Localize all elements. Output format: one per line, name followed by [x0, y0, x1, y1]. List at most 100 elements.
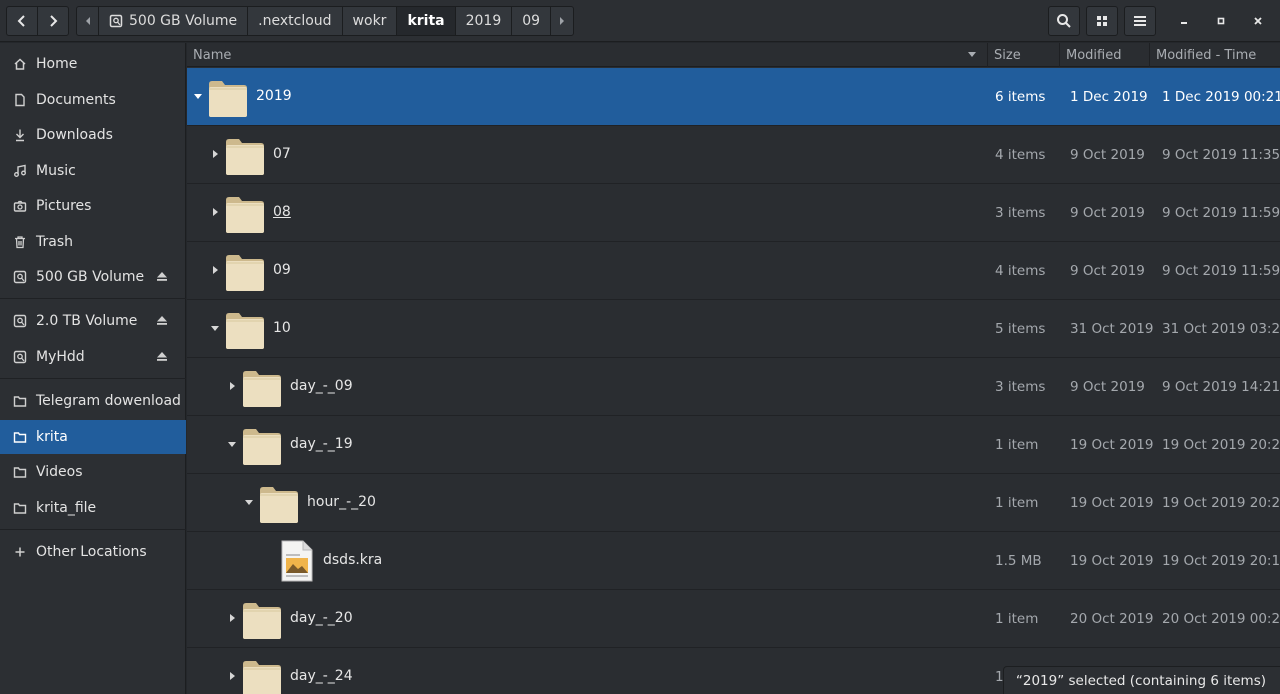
- expander-expanded-icon[interactable]: [209, 322, 221, 334]
- sidebar-item-home[interactable]: Home: [0, 47, 186, 81]
- search-icon: [1057, 14, 1071, 28]
- table-row[interactable]: 2019 6 items 1 Dec 2019 1 Dec 2019 00:21: [187, 68, 1280, 126]
- sidebar-item-other-locations[interactable]: Other Locations: [0, 535, 186, 569]
- eject-icon[interactable]: [156, 314, 168, 326]
- close-button[interactable]: [1242, 6, 1274, 36]
- row-size: 3 items: [995, 379, 1046, 395]
- sidebar-item-label: Downloads: [36, 127, 113, 143]
- sidebar-item-krita-file[interactable]: krita_file: [0, 491, 186, 525]
- drive-icon: [12, 313, 28, 329]
- crumb-krita[interactable]: krita: [397, 7, 456, 35]
- sidebar-item-downloads[interactable]: Downloads: [0, 118, 186, 152]
- eject-icon[interactable]: [156, 350, 168, 362]
- plus-icon: [12, 544, 28, 560]
- folder-icon: [12, 393, 28, 409]
- maximize-icon: [1217, 17, 1225, 25]
- sidebar-item-label: Home: [36, 56, 78, 72]
- expander-collapsed-icon[interactable]: [209, 264, 221, 276]
- path-scroll-right-button[interactable]: [551, 7, 573, 35]
- grid-icon: [1097, 16, 1107, 26]
- folder-icon: [12, 500, 28, 516]
- row-name: day_-_24: [290, 668, 353, 684]
- row-modified-time: 19 Oct 2019 20:21: [1162, 495, 1280, 511]
- expander-collapsed-icon[interactable]: [209, 206, 221, 218]
- column-size[interactable]: Size: [988, 43, 1060, 67]
- music-icon: [12, 163, 28, 179]
- column-modified[interactable]: Modified: [1060, 43, 1150, 67]
- row-modified: 19 Oct 2019: [1070, 437, 1154, 453]
- sidebar-item-label: 500 GB Volume: [36, 269, 145, 285]
- sidebar-item-label: Telegram dowenload: [36, 393, 181, 409]
- expander-collapsed-icon[interactable]: [209, 148, 221, 160]
- row-modified: 20 Oct 2019: [1070, 611, 1154, 627]
- minimize-icon: [1181, 22, 1187, 24]
- menu-button[interactable]: [1124, 6, 1156, 36]
- row-modified: 9 Oct 2019: [1070, 379, 1145, 395]
- crumb-09[interactable]: 09: [512, 7, 552, 35]
- status-overlay: “2019” selected (containing 6 items): [1002, 666, 1280, 694]
- row-name: day_-_19: [290, 436, 353, 452]
- sidebar-item-label: krita_file: [36, 500, 97, 516]
- sidebar-item-myhdd[interactable]: MyHdd: [0, 340, 186, 374]
- column-modified-time[interactable]: Modified - Time: [1150, 43, 1280, 67]
- sidebar-item-telegram[interactable]: Telegram dowenload: [0, 384, 186, 418]
- sidebar-separator: [0, 298, 186, 299]
- sidebar-item-documents[interactable]: Documents: [0, 83, 186, 117]
- crumb-2019[interactable]: 2019: [456, 7, 513, 35]
- crumb-root[interactable]: 500 GB Volume: [99, 7, 249, 35]
- table-row[interactable]: hour_-_20 1 item 19 Oct 2019 19 Oct 2019 20…: [187, 474, 1280, 532]
- expander-collapsed-icon[interactable]: [226, 670, 238, 682]
- view-toggle-button[interactable]: [1086, 6, 1118, 36]
- path-scroll-left-button[interactable]: [77, 7, 99, 35]
- document-icon: [12, 92, 28, 108]
- search-button[interactable]: [1048, 6, 1080, 36]
- sidebar-item-label: MyHdd: [36, 349, 85, 365]
- row-name: 08: [273, 204, 291, 220]
- row-size: 5 items: [995, 321, 1046, 337]
- sidebar-item-pictures[interactable]: Pictures: [0, 189, 186, 223]
- drive-icon: [109, 14, 123, 28]
- sidebar-item-2tb-volume[interactable]: 2.0 TB Volume: [0, 304, 186, 338]
- expander-collapsed-icon[interactable]: [226, 380, 238, 392]
- crumb-nextcloud[interactable]: .nextcloud: [248, 7, 343, 35]
- crumb-wokr[interactable]: wokr: [343, 7, 398, 35]
- sidebar-item-500gb-volume[interactable]: 500 GB Volume: [0, 260, 186, 294]
- column-name[interactable]: Name: [187, 43, 988, 67]
- table-row[interactable]: day_-_09 3 items 9 Oct 2019 9 Oct 2019 14:2…: [187, 358, 1280, 416]
- expander-expanded-icon[interactable]: [243, 496, 255, 508]
- table-row[interactable]: 08 3 items 9 Oct 2019 9 Oct 2019 11:59: [187, 184, 1280, 242]
- row-modified-time: 20 Oct 2019 00:21: [1162, 611, 1280, 627]
- row-name: day_-_09: [290, 378, 353, 394]
- forward-button[interactable]: [37, 6, 69, 36]
- row-size: 1 item: [995, 611, 1039, 627]
- back-button[interactable]: [6, 6, 38, 36]
- expander-collapsed-icon[interactable]: [226, 612, 238, 624]
- row-size: 1 item: [995, 437, 1039, 453]
- sidebar-item-trash[interactable]: Trash: [0, 225, 186, 259]
- file-kra-icon: [279, 540, 319, 582]
- row-modified: 9 Oct 2019: [1070, 263, 1145, 279]
- table-row[interactable]: day_-_20 1 item 20 Oct 2019 20 Oct 2019 00:…: [187, 590, 1280, 648]
- minimize-button[interactable]: [1168, 6, 1200, 36]
- sidebar-item-videos[interactable]: Videos: [0, 455, 186, 489]
- maximize-button[interactable]: [1205, 6, 1237, 36]
- row-modified: 19 Oct 2019: [1070, 553, 1154, 569]
- table-row[interactable]: dsds.kra 1.5 MB 19 Oct 2019 19 Oct 2019 20:…: [187, 532, 1280, 590]
- sidebar-item-krita[interactable]: krita: [0, 420, 186, 454]
- sidebar-separator: [0, 529, 186, 530]
- folder-icon: [259, 482, 299, 524]
- sidebar-item-music[interactable]: Music: [0, 154, 186, 188]
- row-size: 1.5 MB: [995, 553, 1042, 569]
- expander-expanded-icon[interactable]: [192, 90, 204, 102]
- expander-expanded-icon[interactable]: [226, 438, 238, 450]
- eject-icon[interactable]: [156, 270, 168, 282]
- table-row[interactable]: 07 4 items 9 Oct 2019 9 Oct 2019 11:35: [187, 126, 1280, 184]
- hamburger-menu-icon: [1134, 16, 1146, 26]
- table-row[interactable]: 10 5 items 31 Oct 2019 31 Oct 2019 03:21: [187, 300, 1280, 358]
- folder-icon: [12, 464, 28, 480]
- camera-icon: [12, 198, 28, 214]
- sidebar-item-label: Other Locations: [36, 544, 147, 560]
- table-row[interactable]: day_-_19 1 item 19 Oct 2019 19 Oct 2019 20:…: [187, 416, 1280, 474]
- row-modified-time: 9 Oct 2019 11:59: [1162, 263, 1280, 279]
- table-row[interactable]: 09 4 items 9 Oct 2019 9 Oct 2019 11:59: [187, 242, 1280, 300]
